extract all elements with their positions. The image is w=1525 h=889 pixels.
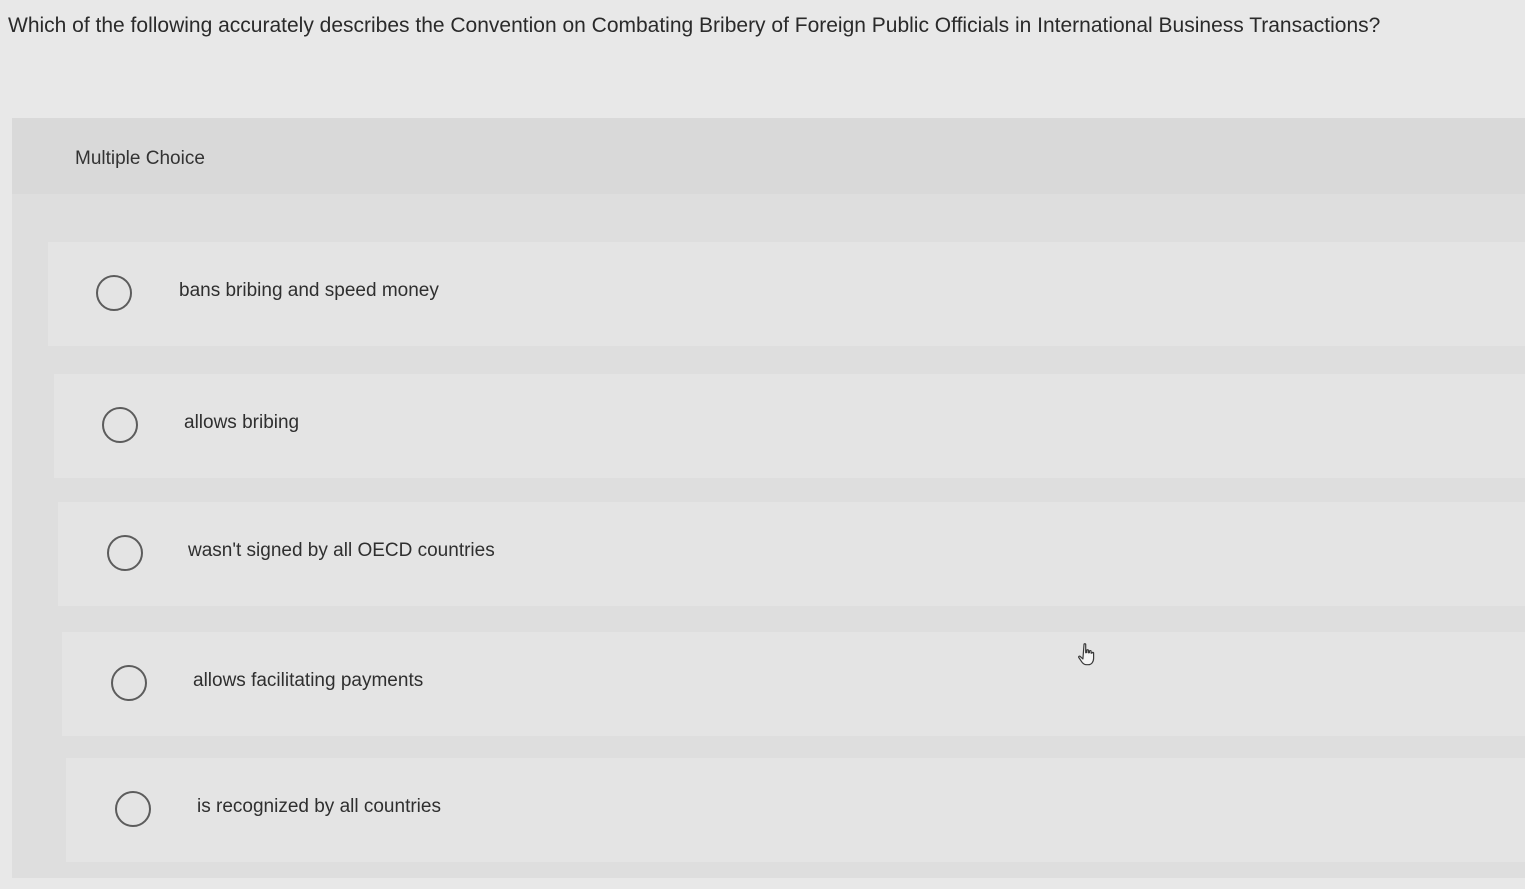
radio-unchecked-icon[interactable] bbox=[115, 791, 151, 827]
choice-label[interactable]: wasn't signed by all OECD countries bbox=[188, 540, 495, 562]
choice-label[interactable]: bans bribing and speed money bbox=[179, 280, 439, 302]
choice-option-4[interactable]: allows facilitating payments bbox=[62, 632, 1525, 736]
choice-option-1[interactable]: bans bribing and speed money bbox=[48, 242, 1525, 346]
radio-unchecked-icon[interactable] bbox=[96, 275, 132, 311]
radio-unchecked-icon[interactable] bbox=[111, 665, 147, 701]
hand-pointer-icon bbox=[1078, 643, 1095, 666]
radio-unchecked-icon[interactable] bbox=[107, 535, 143, 571]
radio-unchecked-icon[interactable] bbox=[102, 407, 138, 443]
panel-header: Multiple Choice bbox=[12, 118, 1525, 194]
choice-label[interactable]: is recognized by all countries bbox=[197, 796, 441, 818]
choice-label[interactable]: allows facilitating payments bbox=[193, 670, 423, 692]
choice-option-5[interactable]: is recognized by all countries bbox=[66, 758, 1525, 862]
question-text: Which of the following accurately descri… bbox=[8, 14, 1381, 37]
choice-option-2[interactable]: allows bribing bbox=[54, 374, 1525, 478]
question-type-label: Multiple Choice bbox=[75, 148, 205, 169]
choice-label[interactable]: allows bribing bbox=[184, 412, 299, 434]
choice-option-3[interactable]: wasn't signed by all OECD countries bbox=[58, 502, 1525, 606]
